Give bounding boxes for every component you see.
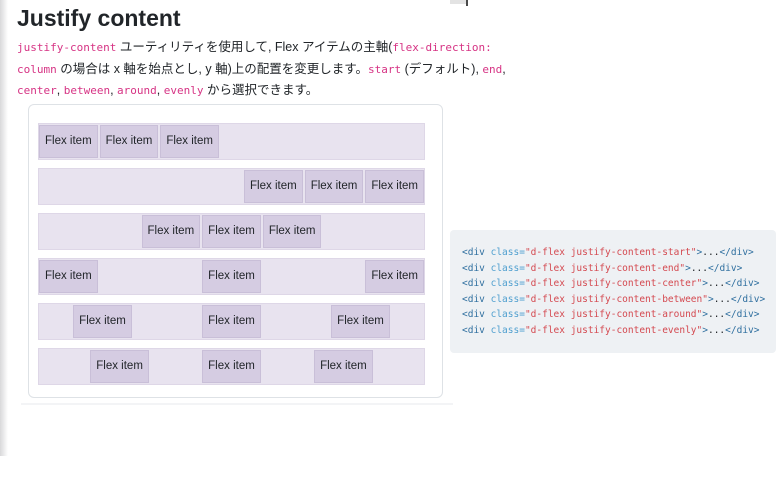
inline-code: evenly (163, 84, 204, 97)
code-token: </div> (708, 262, 743, 274)
code-line-6: <div class="d-flex justify-content-evenl… (462, 323, 764, 339)
inline-code: around (117, 84, 157, 97)
flex-item: Flex item (244, 170, 303, 203)
inline-code: end (482, 62, 503, 76)
flex-item: Flex item (331, 305, 390, 338)
page-title: Justify content (17, 5, 181, 31)
inline-code: start (368, 62, 402, 76)
code-token: "d-flex justify-content-evenly" (524, 324, 703, 336)
code-token: ... (707, 278, 726, 289)
code-token: class= (490, 309, 525, 320)
code-token: "d-flex justify-content-around" (524, 309, 703, 320)
code-token: "d-flex justify-content-end" (524, 262, 686, 274)
code-token: class= (490, 324, 525, 336)
code-token: ... (707, 309, 726, 320)
flex-row-justify-content-evenly: Flex item Flex item Flex item (38, 348, 425, 385)
flex-row-justify-content-center: Flex item Flex item Flex item (38, 213, 425, 250)
code-token: class= (490, 247, 525, 258)
code-token: "d-flex justify-content-between" (524, 293, 708, 305)
code-token: <div (462, 309, 491, 320)
flex-row-justify-content-between: Flex item Flex item Flex item (38, 258, 425, 295)
code-line-2: <div class="d-flex justify-content-end">… (462, 261, 764, 277)
code-token: class= (490, 262, 525, 274)
code-snippet-block: <div class="d-flex justify-content-start… (450, 230, 776, 353)
flex-row-justify-content-start: Flex item Flex item Flex item (38, 123, 425, 160)
flex-row-justify-content-end: Flex item Flex item Flex item (38, 168, 425, 205)
code-token: ... (707, 324, 726, 336)
code-token: ... (702, 247, 720, 258)
intro-text: , (110, 83, 118, 97)
flex-item: Flex item (39, 260, 98, 293)
flex-item: Flex item (304, 170, 364, 203)
scrollbar-tick (466, 0, 468, 6)
inline-code: between (63, 84, 111, 97)
code-token: <div (462, 293, 491, 305)
flex-item: Flex item (73, 305, 132, 338)
flex-item: Flex item (90, 350, 149, 383)
code-token: <div (462, 278, 491, 289)
flex-item: Flex item (39, 125, 98, 158)
code-token: </div> (725, 309, 760, 320)
code-token: </div> (730, 293, 766, 305)
flex-item: Flex item (262, 215, 322, 248)
code-token: <div (462, 324, 491, 336)
flex-item: Flex item (202, 305, 261, 338)
code-line-4: <div class="d-flex justify-content-betwe… (462, 292, 766, 308)
section-divider (21, 403, 453, 405)
intro-text: (デフォルト), (401, 61, 483, 76)
left-edge-shadow (0, 0, 8, 456)
code-token: class= (490, 278, 525, 289)
code-token: "d-flex justify-content-center" (524, 278, 703, 289)
code-token: <div (462, 262, 491, 274)
scrollbar-fragment (450, 0, 467, 4)
code-line-1: <div class="d-flex justify-content-start… (462, 245, 764, 261)
code-token: "d-flex justify-content-start" (524, 247, 697, 258)
inline-code: center (17, 84, 57, 97)
intro-line-2: column の場合は x 軸を始点とし, y 軸)上の配置を変更します。sta… (17, 62, 506, 76)
code-token: </div> (719, 247, 754, 258)
intro-text: , (502, 61, 506, 76)
flex-item: Flex item (314, 350, 373, 383)
flex-item: Flex item (365, 260, 424, 293)
inline-code: flex-direction: (392, 41, 492, 54)
code-token: class= (490, 293, 525, 305)
intro-text: , (56, 83, 64, 97)
code-line-3: <div class="d-flex justify-content-cente… (462, 276, 764, 292)
intro-paragraph: justify-content ユーティリティを使用して, Flex アイテムの… (17, 37, 506, 102)
code-line-5: <div class="d-flex justify-content-aroun… (462, 307, 764, 323)
flex-item: Flex item (202, 215, 261, 248)
inline-code: column (17, 62, 57, 76)
flex-item: Flex item (202, 260, 261, 293)
flex-example-card: Flex item Flex item Flex item Flex item Flex… (28, 104, 443, 398)
inline-code: justify-content (17, 41, 117, 54)
flex-item: Flex item (160, 125, 219, 158)
intro-text: ユーティリティを使用して, Flex アイテムの主軸( (116, 40, 393, 54)
code-token: </div> (725, 278, 760, 289)
intro-text: から選択できます。 (203, 83, 319, 97)
intro-line-3: center, between, around, evenly から選択できます… (17, 83, 318, 97)
code-token: ... (713, 293, 731, 305)
flex-item: Flex item (202, 350, 261, 383)
code-token: </div> (725, 324, 760, 336)
intro-line-1: justify-content ユーティリティを使用して, Flex アイテムの… (17, 40, 492, 54)
flex-item: Flex item (365, 170, 424, 203)
code-token: ... (690, 262, 708, 274)
intro-text: の場合は x 軸を始点とし, y 軸)上の配置を変更します。 (56, 61, 369, 76)
intro-text: , (156, 83, 164, 97)
flex-item: Flex item (99, 125, 159, 158)
flex-row-justify-content-around: Flex item Flex item Flex item (38, 303, 425, 340)
flex-item: Flex item (141, 215, 201, 248)
code-token: <div (462, 247, 491, 258)
